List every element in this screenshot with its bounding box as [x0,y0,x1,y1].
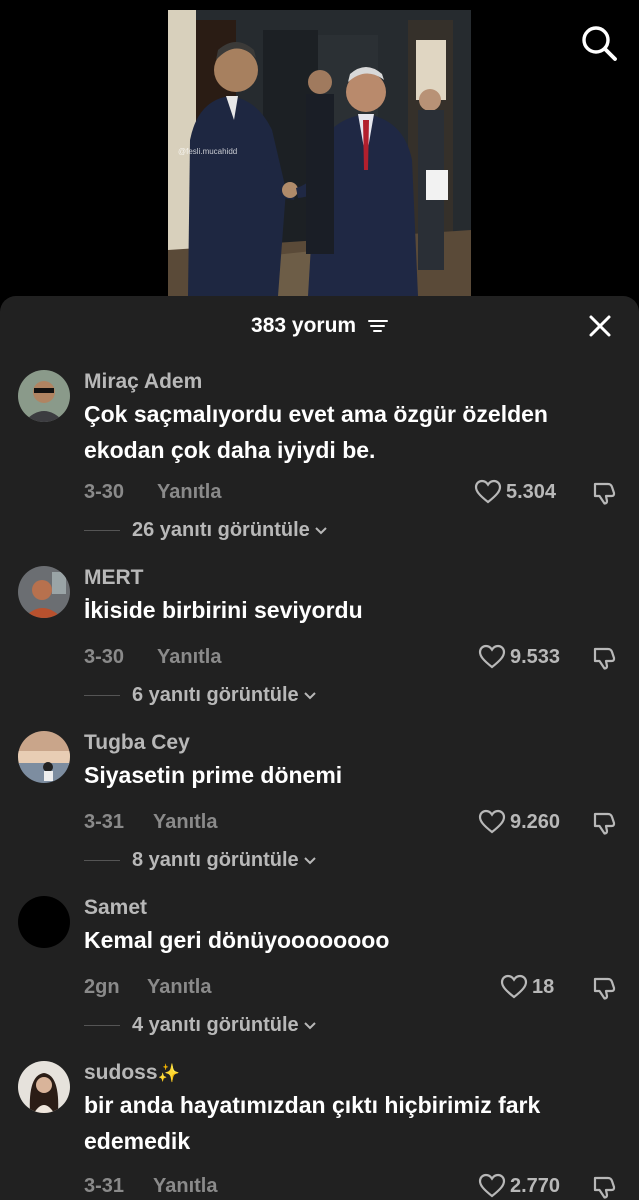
comment-text: İkiside birbirini seviyordu [84,597,363,623]
reply-button[interactable]: Yanıtla [147,976,211,999]
dislike-button[interactable] [591,645,617,671]
view-replies-button[interactable]: 8 yanıtı görüntüle [84,849,317,872]
video-thumbnail[interactable]: @fesli.mucahidd [168,10,471,296]
search-icon [582,26,617,61]
avatar[interactable] [18,566,70,618]
heart-icon [478,809,506,834]
like-count: 2.770 [510,1174,561,1197]
reply-button[interactable]: Yanıtla [157,646,221,669]
comments-sheet: 383 yorum Miraç Adem Çok saçmalıyordu ev… [0,296,639,1200]
heart-icon [474,479,502,504]
view-replies-button[interactable]: 6 yanıtı görüntüle [84,684,317,707]
reply-button[interactable]: Yanıtla [153,811,217,834]
comment-date: 3-30 [84,481,125,503]
like-count: 18 [532,975,555,998]
search-button[interactable] [578,22,620,64]
reply-button[interactable]: Yanıtla [153,1175,217,1198]
close-icon [589,315,611,337]
comment-date: 3-31 [84,811,125,833]
avatar[interactable] [18,731,70,783]
comment-item: Samet Kemal geri dönüyoooooooo 2gn Yanıt… [0,892,639,1052]
thread-line [84,1025,120,1026]
avatar[interactable] [18,370,70,422]
comment-username[interactable]: Samet [84,896,147,920]
comment-item: Tugba Cey Siyasetin prime dönemi 3-31 Ya… [0,727,639,887]
comment-username[interactable]: Miraç Adem [84,370,202,394]
comment-text: Siyasetin prime dönemi [84,762,343,788]
dislike-icon [593,1176,616,1199]
video-area[interactable]: @fesli.mucahidd [0,0,639,300]
view-replies-label: 8 yanıtı görüntüle [132,849,299,871]
view-replies-label: 6 yanıtı görüntüle [132,684,299,706]
dislike-icon [593,977,616,1000]
view-replies-label: 4 yanıtı görüntüle [132,1014,299,1036]
like-count: 9.260 [510,810,561,833]
heart-icon [478,1173,506,1198]
dislike-button[interactable] [591,1174,617,1200]
comment-username[interactable]: MERT [84,566,144,590]
thread-line [84,695,120,696]
reply-button[interactable]: Yanıtla [157,481,221,504]
thread-line [84,530,120,531]
close-button[interactable] [586,312,614,340]
comment-item: Miraç Adem Çok saçmalıyordu evet ama özg… [0,362,639,552]
comment-count-sort[interactable]: 383 yorum [0,314,639,338]
like-count: 5.304 [506,480,557,503]
like-button[interactable]: 9.260 [478,809,560,835]
filter-icon [367,320,388,333]
comment-text: Kemal geri dönüyoooooooo [84,927,390,953]
like-button[interactable]: 9.533 [478,644,560,670]
like-count: 9.533 [510,645,561,668]
comment-text: bir anda hayatımızdan çıktı hiçbirimiz f… [84,1092,541,1154]
video-watermark: @fesli.mucahidd [178,147,237,156]
dislike-button[interactable] [591,480,617,506]
dislike-icon [593,482,616,505]
avatar[interactable] [18,896,70,948]
comment-username-text: sudoss [84,1061,158,1084]
chevron-down-icon [315,526,327,534]
comment-date: 2gn [84,976,120,998]
chevron-down-icon [303,691,316,699]
comment-text: Çok saçmalıyordu evet ama özgür özelden … [84,401,548,463]
comment-item: MERT İkiside birbirini seviyordu 3-30 Ya… [0,562,639,722]
video-scene-image: @fesli.mucahidd [168,10,471,296]
like-button[interactable]: 2.770 [478,1173,560,1199]
comment-date: 3-31 [84,1175,125,1197]
comment-username[interactable]: Tugba Cey [84,731,190,755]
view-replies-button[interactable]: 26 yanıtı görüntüle [84,519,328,542]
like-button[interactable]: 18 [500,974,554,1000]
avatar[interactable] [18,1061,70,1113]
dislike-icon [593,812,616,835]
dislike-button[interactable] [591,975,617,1001]
comment-count-label: 383 yorum [251,314,357,337]
comments-header: 383 yorum [0,296,639,356]
view-replies-button[interactable]: 4 yanıtı görüntüle [84,1014,317,1037]
view-replies-label: 26 yanıtı görüntüle [132,519,310,541]
chevron-down-icon [303,856,316,864]
comment-date: 3-30 [84,646,125,668]
heart-icon [478,644,506,669]
comment-item: sudoss✨ bir anda hayatımızdan çıktı hiçb… [0,1057,639,1200]
chevron-down-icon [303,1021,316,1029]
dislike-icon [593,647,616,670]
dislike-button[interactable] [591,810,617,836]
heart-icon [500,974,528,999]
like-button[interactable]: 5.304 [474,479,556,505]
thread-line [84,860,120,861]
comment-username[interactable]: sudoss✨ [84,1061,180,1085]
sparkles-icon: ✨ [157,1063,180,1083]
